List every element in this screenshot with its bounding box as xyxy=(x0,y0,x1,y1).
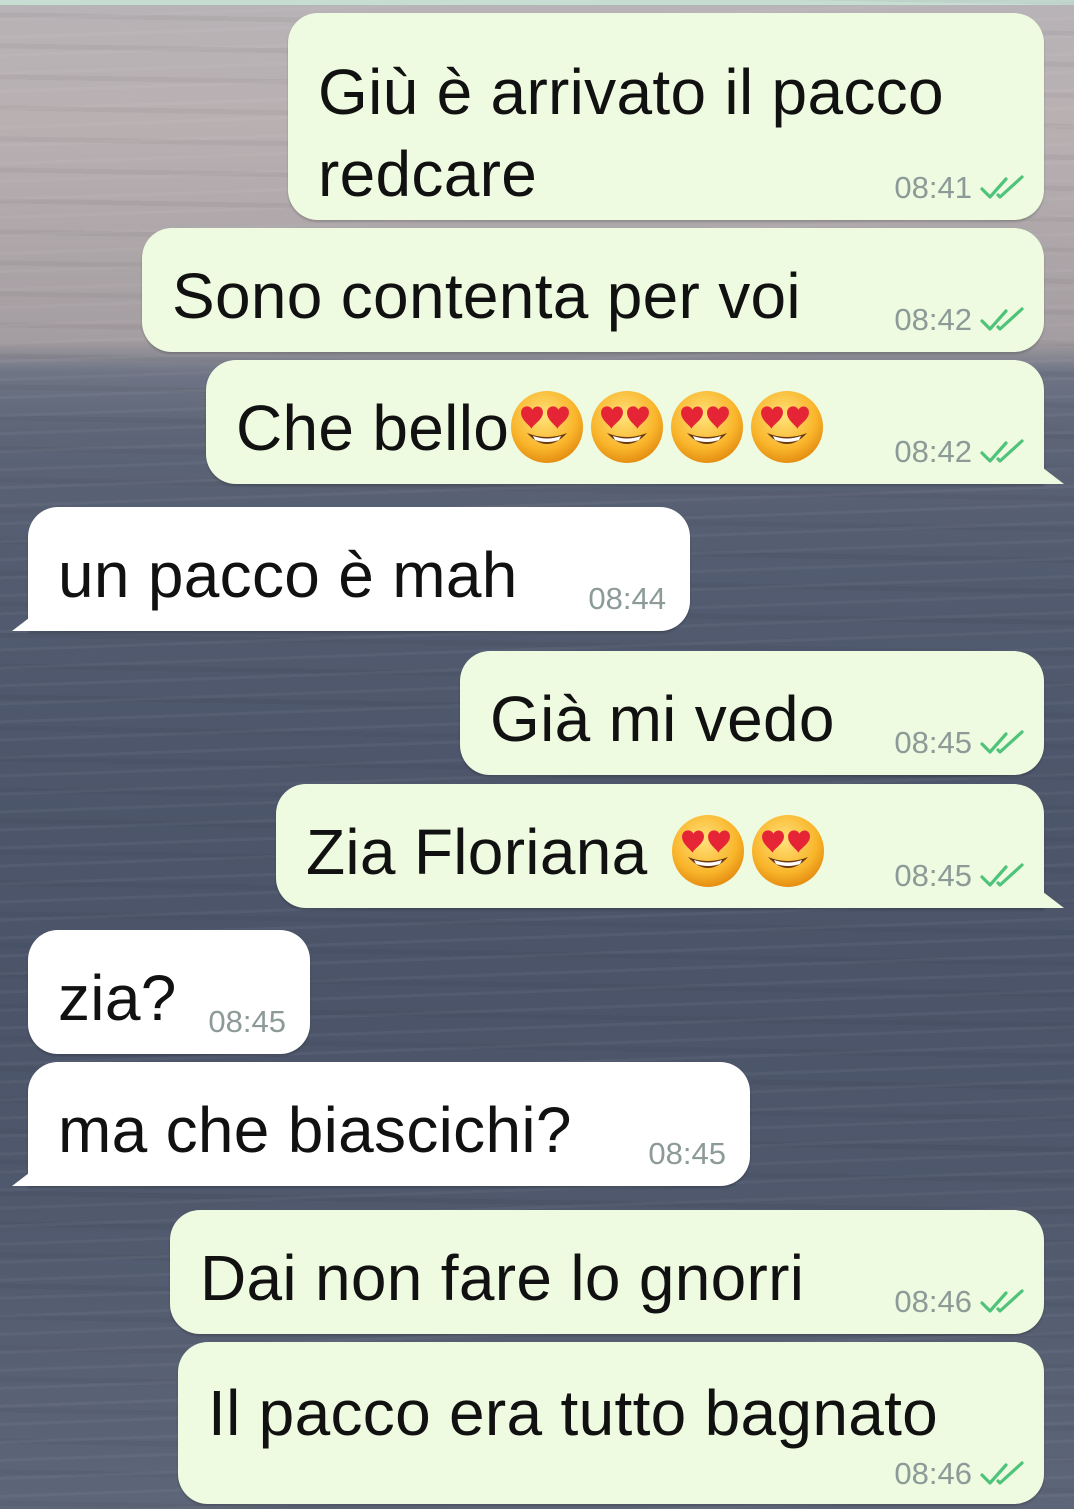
bubble-tail xyxy=(12,605,46,631)
heart-eyes-emoji-icon xyxy=(670,813,746,889)
message-meta: 08:45 xyxy=(894,725,1026,761)
message-text: Dai non fare lo gnorri xyxy=(200,1242,805,1314)
message-text: Sono contenta per voi xyxy=(172,260,801,332)
heart-eyes-emoji-icon xyxy=(749,389,825,465)
double-check-icon xyxy=(980,1289,1024,1313)
message-time: 08:42 xyxy=(894,434,972,469)
message-text: Il pacco era tutto bagnato xyxy=(208,1377,939,1449)
message-meta: 08:44 xyxy=(588,581,666,617)
message-text: Zia Floriana xyxy=(306,811,826,893)
message-bubble-outgoing[interactable]: Dai non fare lo gnorri 08:46 xyxy=(170,1210,1044,1334)
message-time: 08:46 xyxy=(894,1456,972,1491)
message-meta: 08:45 xyxy=(648,1136,726,1172)
heart-eyes-emoji-icon xyxy=(750,813,826,889)
message-text: redcare xyxy=(318,138,538,210)
message-bubble-outgoing[interactable]: Sono contenta per voi 08:42 xyxy=(142,228,1044,352)
message-time: 08:46 xyxy=(894,1284,972,1319)
bubble-tail xyxy=(12,1160,46,1186)
message-text: Che bello xyxy=(236,387,825,469)
message-time: 08:44 xyxy=(588,581,666,616)
double-check-icon xyxy=(980,863,1024,887)
heart-eyes-emoji-icon xyxy=(589,389,665,465)
top-edge xyxy=(0,0,1074,5)
message-text: ma che biascichi? xyxy=(58,1094,572,1166)
message-bubble-incoming[interactable]: un pacco è mah 08:44 xyxy=(28,507,690,631)
message-bubble-incoming[interactable]: zia? 08:45 xyxy=(28,930,310,1054)
message-time: 08:41 xyxy=(894,170,972,205)
bubble-tail xyxy=(1030,458,1064,484)
message-text-content: Che bello xyxy=(236,392,510,464)
heart-eyes-emoji-icon xyxy=(509,389,585,465)
message-bubble-incoming[interactable]: ma che biascichi? 08:45 xyxy=(28,1062,750,1186)
message-meta: 08:45 xyxy=(208,1004,286,1040)
message-meta: 08:45 xyxy=(894,858,1026,894)
message-text: zia? xyxy=(58,962,177,1034)
message-time: 08:42 xyxy=(894,302,972,337)
message-bubble-outgoing[interactable]: Il pacco era tutto bagnato 08:46 xyxy=(178,1342,1044,1504)
heart-eyes-emoji-icon xyxy=(669,389,745,465)
message-meta: 08:41 xyxy=(894,170,1026,206)
double-check-icon xyxy=(980,439,1024,463)
message-bubble-outgoing[interactable]: Giù è arrivato il pacco redcare 08:41 xyxy=(288,13,1044,220)
bubble-tail xyxy=(1030,882,1064,908)
message-time: 08:45 xyxy=(208,1004,286,1039)
message-text: un pacco è mah xyxy=(58,539,518,611)
double-check-icon xyxy=(980,175,1024,199)
message-bubble-outgoing[interactable]: Zia Floriana 08:45 xyxy=(276,784,1044,908)
double-check-icon xyxy=(980,1461,1024,1485)
double-check-icon xyxy=(980,307,1024,331)
message-meta: 08:46 xyxy=(894,1284,1026,1320)
message-time: 08:45 xyxy=(648,1136,726,1171)
double-check-icon xyxy=(980,730,1024,754)
message-meta: 08:46 xyxy=(894,1456,1026,1492)
message-meta: 08:42 xyxy=(894,434,1026,470)
message-bubble-outgoing[interactable]: Già mi vedo 08:45 xyxy=(460,651,1044,775)
message-time: 08:45 xyxy=(894,725,972,760)
message-text-content: Zia Floriana xyxy=(306,816,648,888)
message-meta: 08:42 xyxy=(894,302,1026,338)
message-time: 08:45 xyxy=(894,858,972,893)
message-text: Già mi vedo xyxy=(490,683,835,755)
message-bubble-outgoing[interactable]: Che bello 08:42 xyxy=(206,360,1044,484)
message-text: Giù è arrivato il pacco xyxy=(318,56,944,128)
